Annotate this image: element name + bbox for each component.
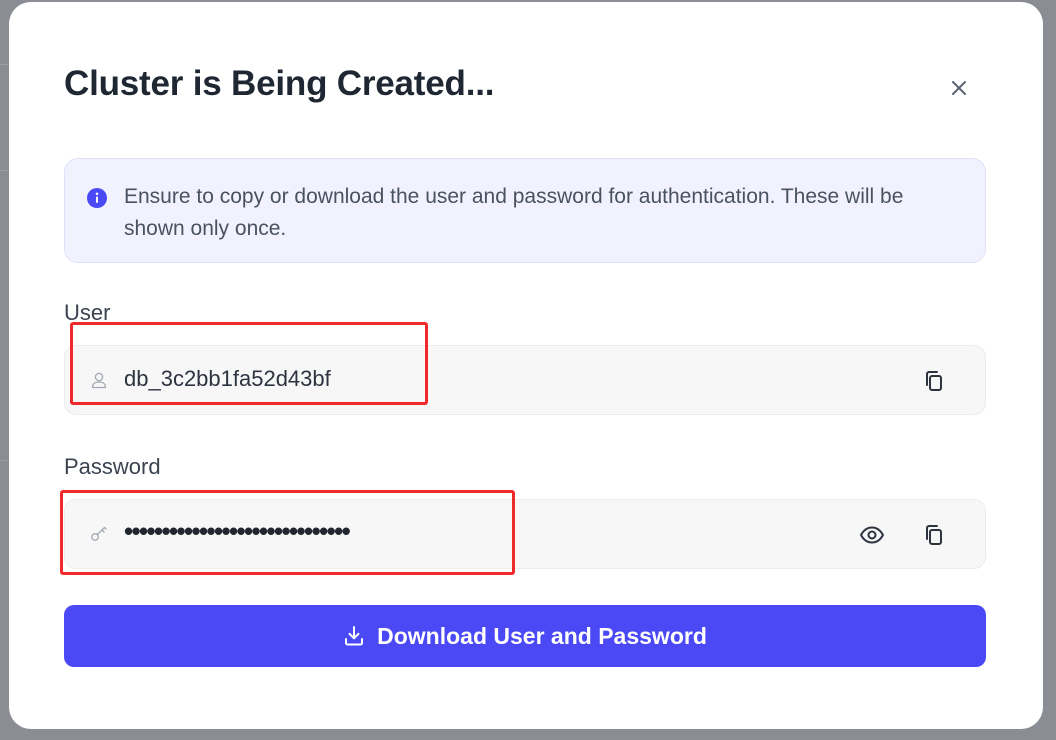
user-field[interactable]: db_3c2bb1fa52d43bf: [64, 345, 986, 415]
download-credentials-button[interactable]: Download User and Password: [64, 605, 986, 667]
info-icon: [87, 188, 107, 208]
user-icon: [91, 372, 107, 389]
background-divider: [0, 460, 8, 461]
download-icon: [343, 625, 365, 647]
info-notice-text: Ensure to copy or download the user and …: [124, 185, 904, 240]
user-label: User: [64, 300, 111, 325]
background-divider: [0, 170, 8, 171]
copy-icon: [926, 371, 942, 391]
background-divider: [0, 64, 8, 65]
user-value: db_3c2bb1fa52d43bf: [124, 366, 331, 391]
copy-icon: [926, 525, 942, 545]
password-field[interactable]: ••••••••••••••••••••••••••••••: [64, 499, 986, 569]
copy-password-button[interactable]: [919, 520, 949, 550]
info-notice: Ensure to copy or download the user and …: [64, 158, 986, 263]
close-button[interactable]: [945, 74, 973, 102]
key-icon: [91, 526, 107, 541]
copy-user-button[interactable]: [919, 366, 949, 396]
modal-title: Cluster is Being Created...: [64, 64, 495, 103]
eye-icon: [860, 526, 884, 544]
cluster-created-modal: Cluster is Being Created... Ensure to co…: [9, 2, 1043, 729]
download-button-label: Download User and Password: [377, 622, 707, 649]
close-icon: [952, 81, 966, 95]
password-value: ••••••••••••••••••••••••••••••: [124, 516, 351, 546]
password-label: Password: [64, 454, 161, 479]
reveal-password-button[interactable]: [857, 520, 887, 550]
